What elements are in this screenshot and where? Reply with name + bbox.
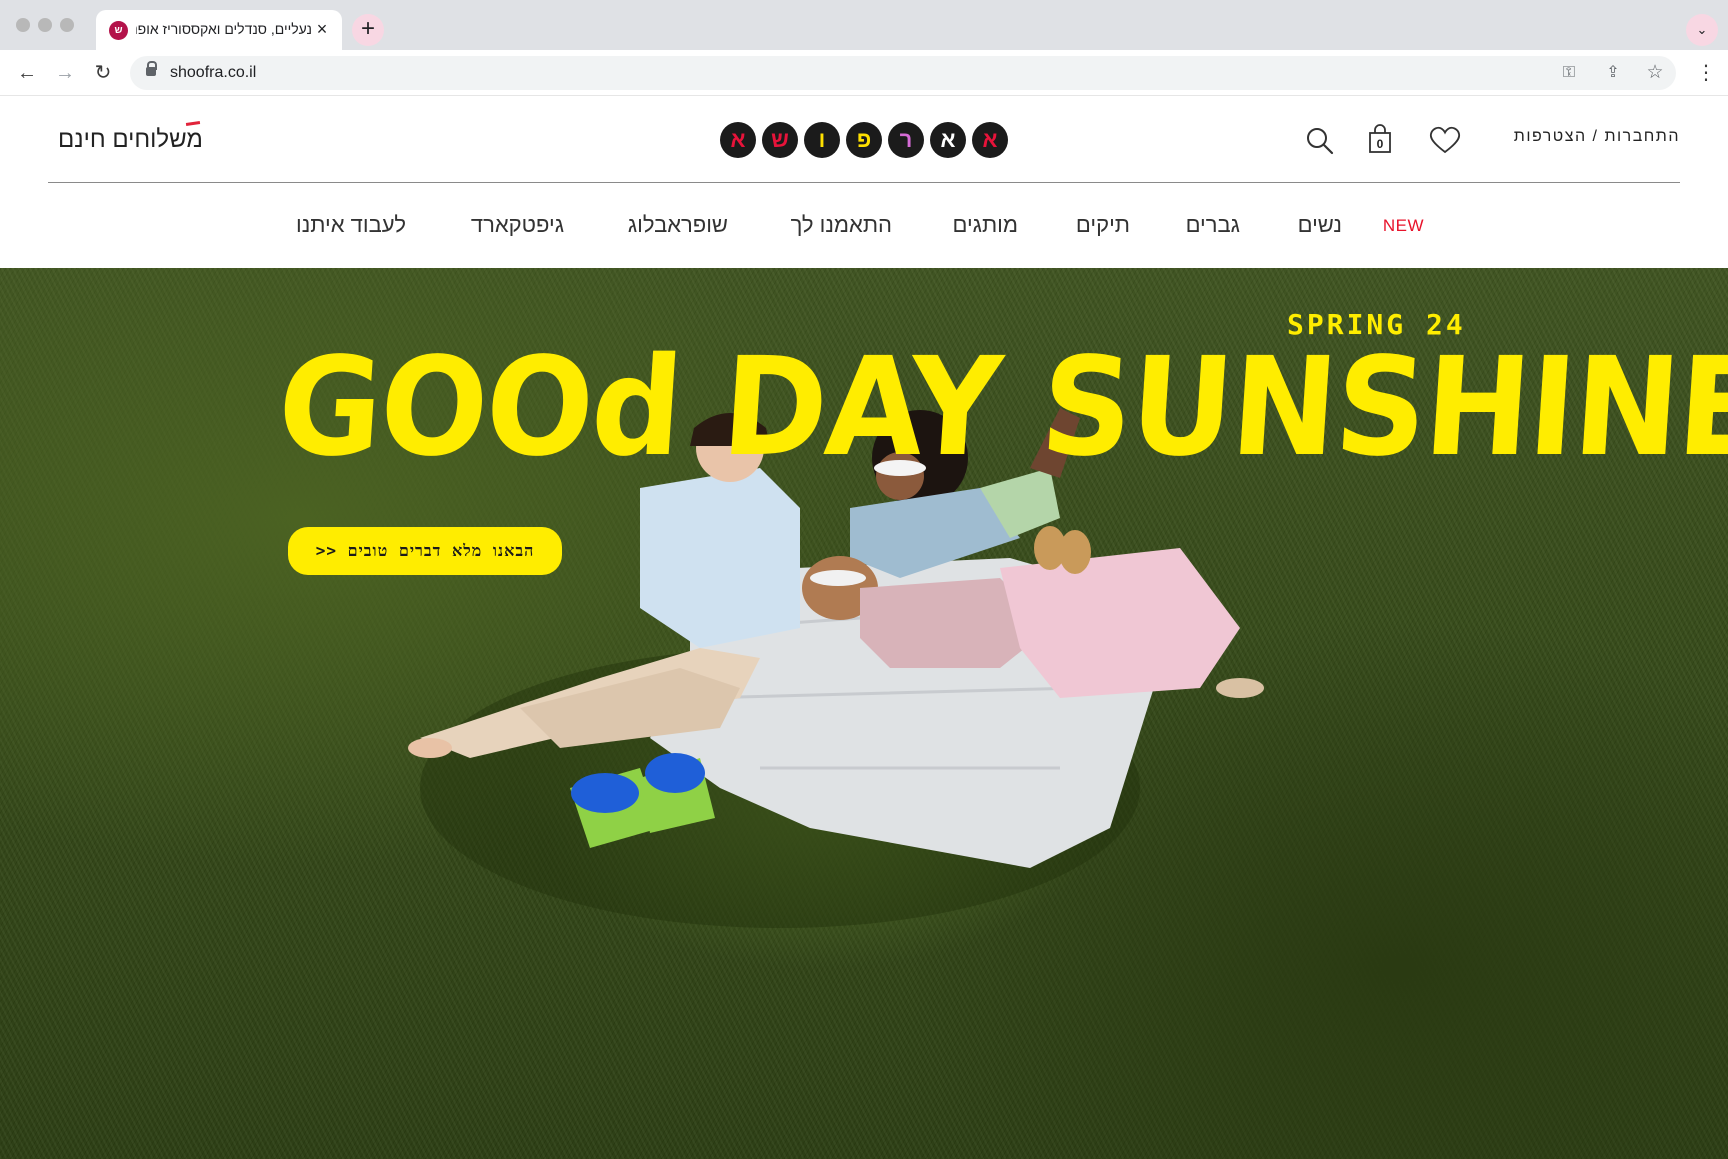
share-icon[interactable]: ⇪ bbox=[1602, 62, 1624, 84]
site-header: משלוחים חינם אשופראא 0 התחברות / הצטרפות… bbox=[0, 96, 1728, 268]
search-icon[interactable] bbox=[1306, 126, 1334, 156]
window-zoom-control[interactable] bbox=[60, 18, 74, 32]
nav-item-blog[interactable]: שופראבלוג bbox=[628, 212, 728, 238]
window-minimize-control[interactable] bbox=[38, 18, 52, 32]
forward-button[interactable]: → bbox=[50, 58, 80, 88]
logo-letter-badge: ש bbox=[762, 122, 798, 158]
logo-letter-badge: א bbox=[720, 122, 756, 158]
nav-item-bags[interactable]: תיקים bbox=[1076, 212, 1130, 238]
back-button[interactable]: ← bbox=[12, 58, 42, 88]
logo-letter-badge: א bbox=[972, 122, 1008, 158]
browser-menu-icon[interactable]: ⋮ bbox=[1696, 58, 1716, 88]
nav-item-matched-for-you[interactable]: התאמנו לך bbox=[791, 212, 892, 238]
new-tab-button[interactable]: + bbox=[352, 14, 384, 46]
cart-count: 0 bbox=[1376, 137, 1384, 151]
nav-item-brands[interactable]: מותגים bbox=[952, 212, 1018, 238]
logo-letter-badge: א bbox=[930, 122, 966, 158]
browser-toolbar: ← → ↻ shoofra.co.il ⚿ ⇪ ☆ ⋮ bbox=[0, 50, 1728, 96]
site-favicon-icon: ש bbox=[109, 21, 128, 40]
cart-button[interactable]: 0 bbox=[1368, 124, 1392, 154]
tab-strip: ש נעליים, סנדלים ואקססוריז אופנתיות במשל… bbox=[0, 0, 1728, 50]
hero-banner[interactable]: SPRING 24 GOOd DAY SUNSHINE הבאנו מלא דב… bbox=[0, 268, 1728, 1159]
tab-search-button[interactable]: ⌄ bbox=[1686, 14, 1718, 46]
wishlist-heart-icon[interactable] bbox=[1429, 126, 1461, 154]
url-text[interactable]: shoofra.co.il bbox=[170, 64, 256, 82]
browser-tab-active[interactable]: ש נעליים, סנדלים ואקססוריז אופנתיות במשל… bbox=[96, 10, 342, 50]
login-register-link[interactable]: התחברות / הצטרפות bbox=[1514, 128, 1680, 146]
nav-item-careers[interactable]: לעבוד איתנו bbox=[296, 212, 406, 238]
logo-letter-badge: ר bbox=[888, 122, 924, 158]
reload-button[interactable]: ↻ bbox=[88, 58, 118, 88]
nav-item-new[interactable]: NEW bbox=[1383, 216, 1424, 236]
address-bar[interactable]: shoofra.co.il ⚿ ⇪ ☆ bbox=[130, 56, 1676, 90]
logo-letter-badge: פ bbox=[846, 122, 882, 158]
window-close-control[interactable] bbox=[16, 18, 30, 32]
header-divider bbox=[48, 182, 1680, 183]
shoofra-logo[interactable]: אשופראא bbox=[720, 122, 1008, 158]
tab-title: נעליים, סנדלים ואקססוריז אופנתיות במשלוח… bbox=[136, 21, 312, 37]
nav-item-men[interactable]: גברים bbox=[1186, 212, 1240, 238]
logo-letter-badge: ו bbox=[804, 122, 840, 158]
free-shipping-label[interactable]: משלוחים חינם bbox=[58, 126, 203, 154]
browser-window: ש נעליים, סנדלים ואקססוריז אופנתיות במשל… bbox=[0, 0, 1728, 1159]
lock-icon[interactable] bbox=[146, 61, 157, 76]
bookmark-star-icon[interactable]: ☆ bbox=[1644, 62, 1666, 84]
main-navigation: NEW נשים גברים תיקים מותגים התאמנו לך שו… bbox=[0, 212, 1728, 248]
hero-cta-button[interactable]: הבאנו מלא דברים טובים << bbox=[288, 527, 562, 575]
tab-close-icon[interactable]: × bbox=[312, 19, 332, 39]
nav-item-women[interactable]: נשים bbox=[1298, 212, 1342, 238]
nav-item-giftcard[interactable]: גיפטקארד bbox=[471, 212, 564, 238]
password-key-icon[interactable]: ⚿ bbox=[1558, 62, 1580, 84]
hero-headline: GOOd DAY SUNSHINE bbox=[273, 329, 1728, 487]
